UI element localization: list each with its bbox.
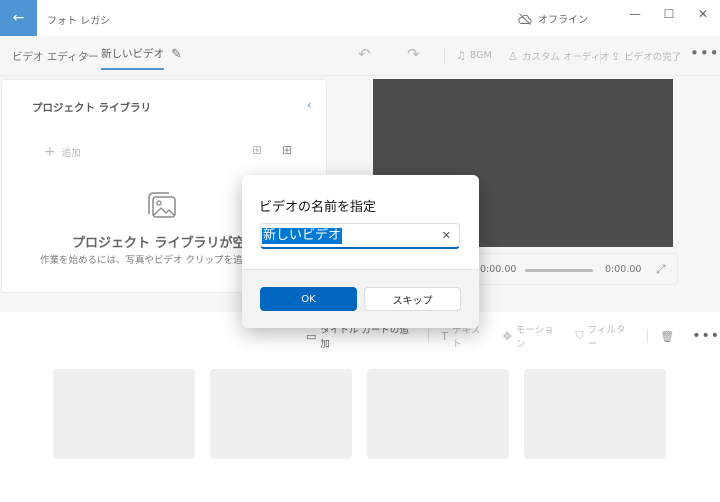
video-name-value: 新しいビデオ bbox=[262, 228, 343, 244]
skip-button[interactable]: スキップ bbox=[364, 287, 461, 311]
clear-icon[interactable]: ✕ bbox=[442, 229, 451, 242]
dialog-footer: OK スキップ bbox=[242, 269, 479, 328]
video-name-input[interactable]: 新しいビデオ ✕ bbox=[260, 223, 460, 249]
dialog-title: ビデオの名前を指定 bbox=[259, 200, 377, 215]
name-video-dialog: ビデオの名前を指定 新しいビデオ ✕ OK スキップ bbox=[242, 175, 479, 328]
ok-button[interactable]: OK bbox=[260, 287, 357, 311]
